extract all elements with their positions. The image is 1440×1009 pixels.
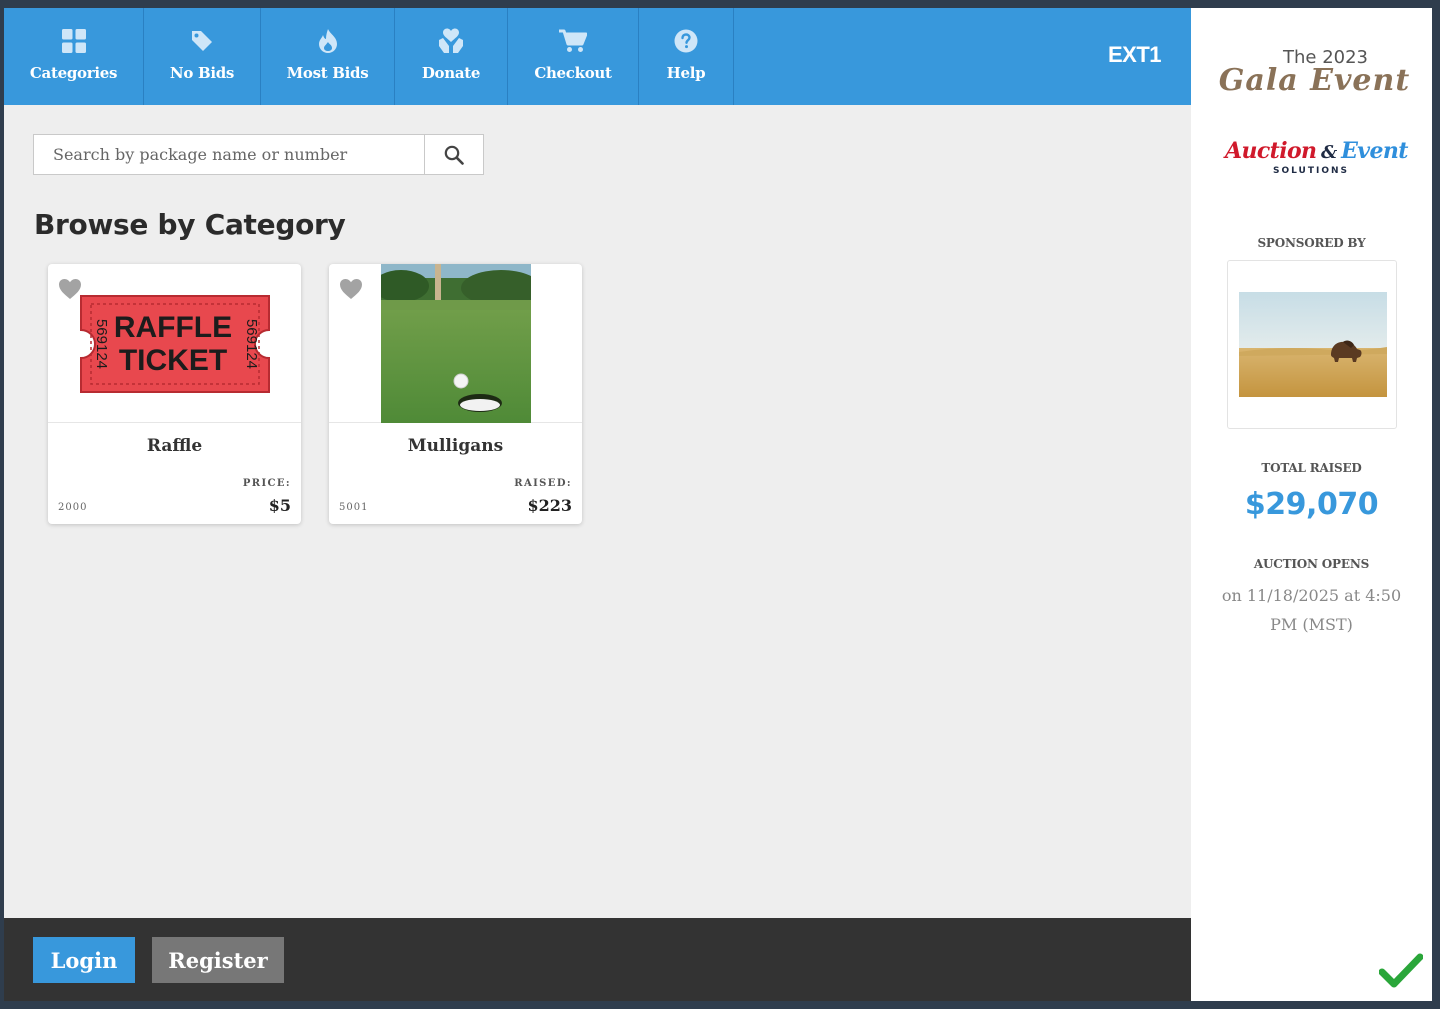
search-icon bbox=[444, 145, 464, 165]
card-amount-value: $5 bbox=[268, 496, 291, 515]
auction-opens-date: on 11/18/2025 at 4:50 PM (MST) bbox=[1221, 586, 1402, 634]
nav-label: Help bbox=[666, 64, 706, 82]
donate-hand-heart-icon bbox=[395, 28, 507, 54]
checkmark-icon bbox=[1379, 953, 1423, 988]
card-package-number: 2000 bbox=[58, 502, 88, 513]
brand-logo: Auction & Event SOLUTIONS bbox=[1225, 138, 1408, 182]
golf-hole-image bbox=[380, 264, 531, 423]
nav-help[interactable]: Help bbox=[639, 8, 734, 105]
card-image-area bbox=[329, 264, 582, 423]
card-amount-label: PRICE: bbox=[242, 478, 291, 489]
bottom-bar: Login Register bbox=[4, 918, 1191, 1001]
nav-no-bids[interactable]: No Bids bbox=[144, 8, 261, 105]
card-title: Mulligans bbox=[407, 436, 504, 456]
total-raised-value: $29,070 bbox=[1244, 487, 1379, 522]
card-title: Raffle bbox=[146, 436, 203, 456]
top-nav: Categories No Bids Most Bids Donate Chec… bbox=[4, 8, 1191, 105]
search-box bbox=[33, 134, 484, 175]
search-input[interactable] bbox=[34, 135, 424, 174]
tag-icon bbox=[144, 28, 260, 54]
brand-ampersand: & bbox=[1320, 142, 1337, 163]
search-button[interactable] bbox=[424, 135, 483, 174]
brand-subtitle: SOLUTIONS bbox=[1273, 166, 1350, 176]
heart-icon[interactable] bbox=[58, 278, 84, 302]
nav-most-bids[interactable]: Most Bids bbox=[261, 8, 395, 105]
question-icon bbox=[639, 28, 733, 54]
card-image-area: RAFFLE TICKET 569124 569124 bbox=[48, 264, 301, 423]
event-code: EXT1 bbox=[1107, 42, 1162, 67]
bison-prairie-image bbox=[1239, 292, 1387, 397]
cart-icon bbox=[508, 28, 638, 54]
sidebar: The 2023 Gala Event Auction & Event SOLU… bbox=[1191, 8, 1432, 1001]
nav-checkout[interactable]: Checkout bbox=[508, 8, 639, 105]
brand-word-auction: Auction bbox=[1225, 138, 1317, 164]
brand-word-event: Event bbox=[1341, 138, 1408, 164]
heart-icon[interactable] bbox=[339, 278, 365, 302]
ticket-serial-left: 569124 bbox=[93, 319, 110, 369]
nav-donate[interactable]: Donate bbox=[395, 8, 508, 105]
nav-label: Donate bbox=[421, 64, 481, 82]
auction-opens-label: AUCTION OPENS bbox=[1253, 557, 1370, 571]
card-amount-value: $223 bbox=[527, 496, 572, 515]
nav-label: Checkout bbox=[534, 64, 612, 82]
grid-icon bbox=[4, 28, 143, 54]
card-amount-label: RAISED: bbox=[514, 478, 572, 489]
nav-label: No Bids bbox=[169, 64, 235, 82]
package-card-raffle[interactable]: RAFFLE TICKET 569124 569124 Raffle PRICE… bbox=[48, 264, 301, 524]
sponsor-card[interactable] bbox=[1227, 260, 1397, 429]
register-button[interactable]: Register bbox=[152, 937, 284, 983]
nav-label: Most Bids bbox=[286, 64, 369, 82]
nav-label: Categories bbox=[29, 64, 118, 82]
sponsored-by-label: SPONSORED BY bbox=[1257, 236, 1366, 250]
ticket-text-top: RAFFLE bbox=[113, 311, 231, 344]
card-package-number: 5001 bbox=[339, 502, 369, 513]
ticket-text-bottom: TICKET bbox=[118, 344, 226, 377]
total-raised-label: TOTAL RAISED bbox=[1261, 461, 1362, 475]
event-title-name: Gala Event bbox=[1218, 63, 1411, 98]
page-title: Browse by Category bbox=[34, 208, 346, 241]
fire-icon bbox=[261, 28, 394, 54]
login-button[interactable]: Login bbox=[33, 937, 135, 983]
package-card-mulligans[interactable]: Mulligans RAISED: $223 5001 bbox=[329, 264, 582, 524]
ticket-serial-right: 569124 bbox=[243, 319, 260, 369]
nav-categories[interactable]: Categories bbox=[4, 8, 144, 105]
main-area: Categories No Bids Most Bids Donate Chec… bbox=[4, 8, 1191, 1001]
raffle-ticket-image: RAFFLE TICKET 569124 569124 bbox=[79, 295, 270, 393]
